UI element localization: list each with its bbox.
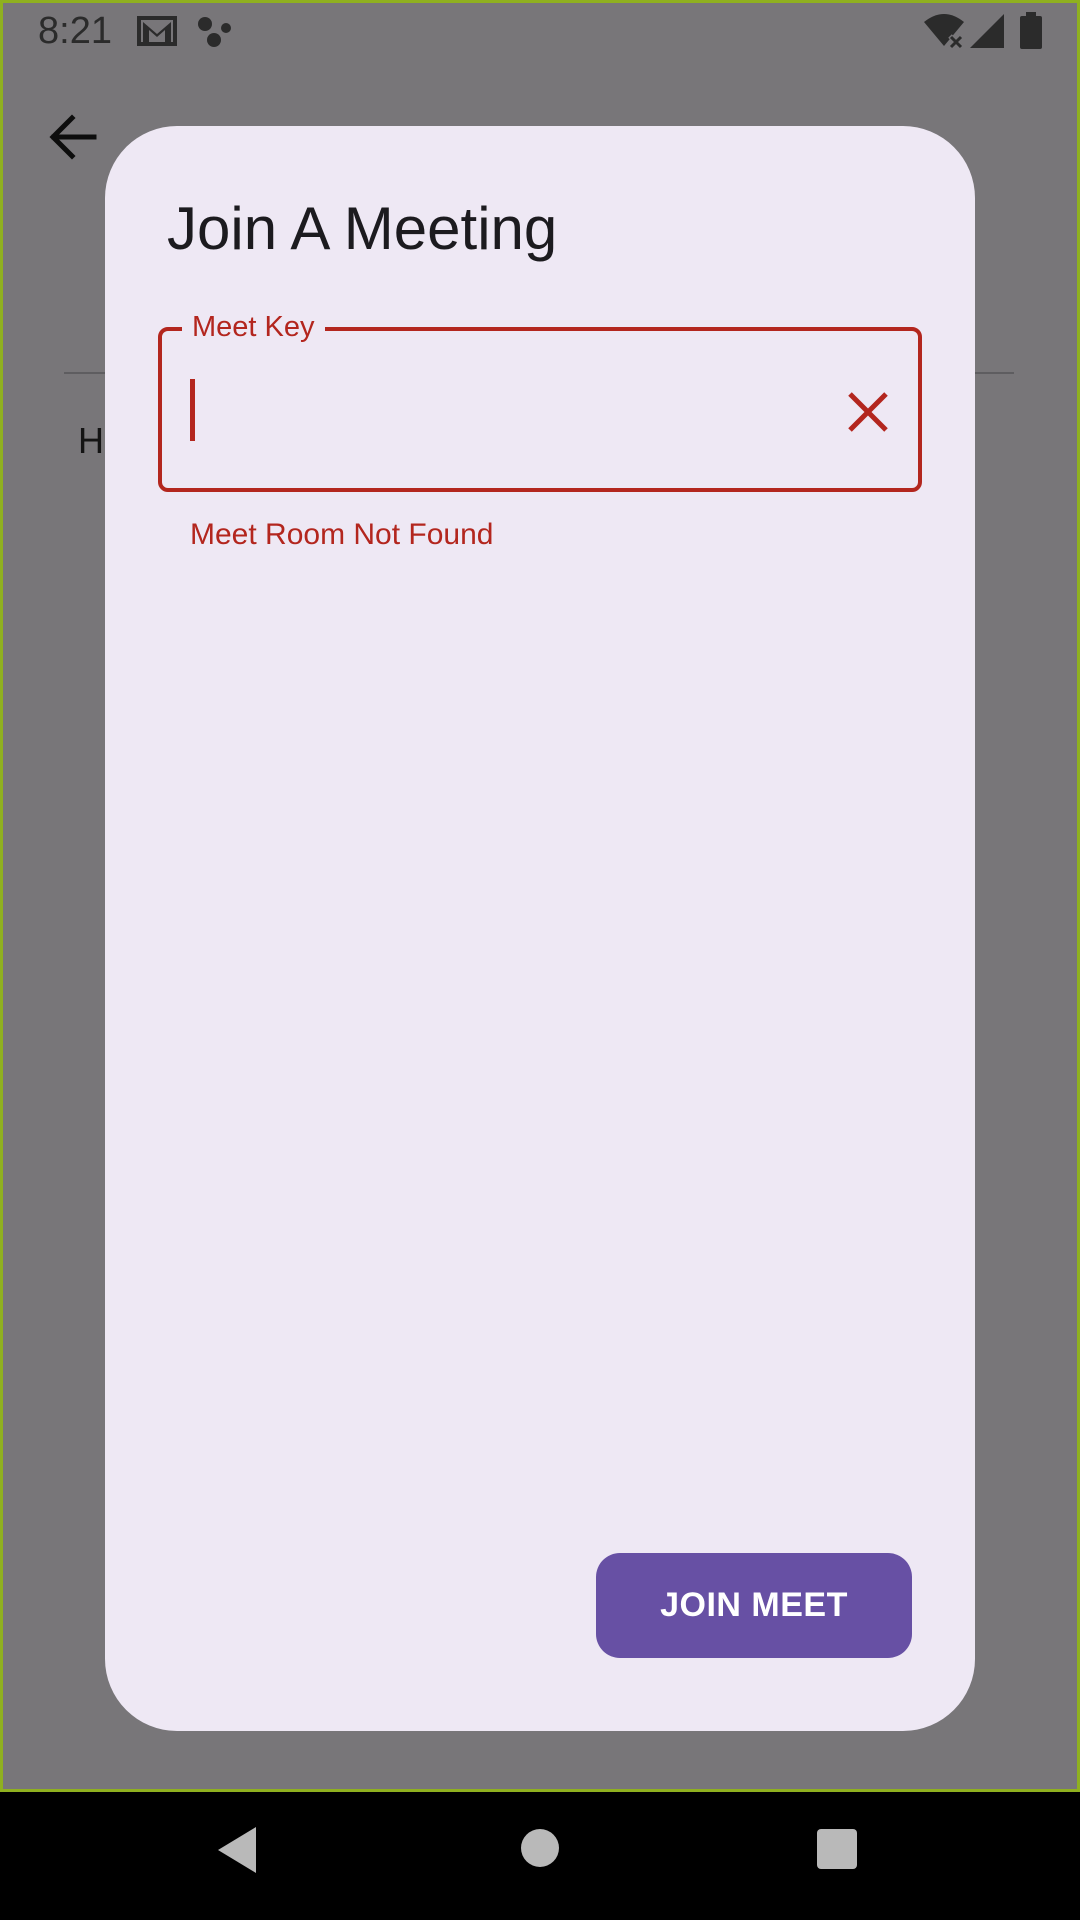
join-meet-button[interactable]: JOIN MEET (596, 1553, 912, 1658)
assistant-dots-icon (198, 17, 231, 47)
recents-square-icon[interactable] (816, 1828, 858, 1870)
meet-key-input[interactable] (190, 361, 794, 463)
dialog-title: Join A Meeting (167, 195, 558, 262)
background-list-text: H (78, 420, 104, 461)
battery-icon (1020, 12, 1042, 49)
home-circle-icon[interactable] (520, 1828, 560, 1868)
meet-key-field[interactable]: Meet Key (158, 309, 922, 492)
join-meeting-dialog: Join A Meeting Meet Key Meet Room Not Fo… (105, 126, 975, 1731)
text-cursor (190, 379, 195, 441)
meet-key-label: Meet Key (182, 309, 325, 345)
wifi-icon (924, 14, 964, 50)
screen: 8:21 H Join A Meeting Meet Key Meet Room… (0, 0, 1080, 1920)
arrow-left-icon[interactable] (48, 112, 98, 162)
status-bar: 8:21 (0, 0, 1080, 64)
field-error-text: Meet Room Not Found (190, 518, 494, 551)
status-time: 8:21 (38, 10, 112, 52)
gmail-icon (137, 16, 177, 46)
signal-icon (970, 14, 1004, 48)
back-triangle-icon[interactable] (214, 1824, 260, 1876)
navigation-bar (0, 1792, 1080, 1920)
close-icon[interactable] (845, 389, 891, 435)
